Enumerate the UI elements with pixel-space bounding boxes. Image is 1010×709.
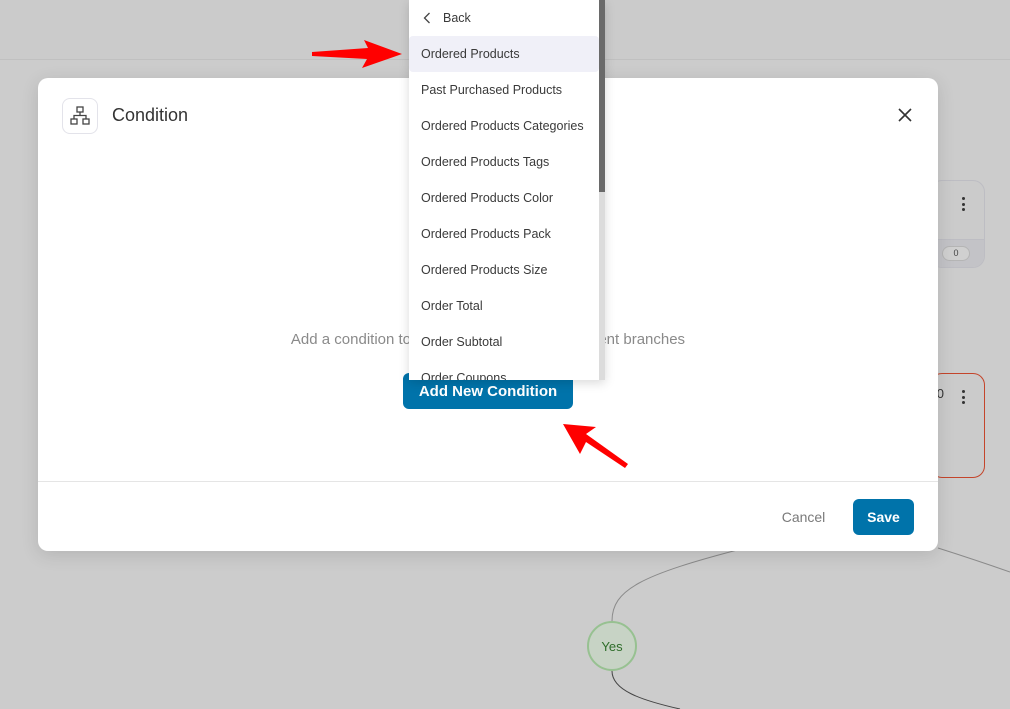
- dropdown-list: Back Ordered Products Past Purchased Pro…: [409, 0, 599, 380]
- dropdown-scrollbar-thumb[interactable]: [599, 0, 605, 192]
- close-icon[interactable]: [894, 104, 916, 126]
- edge-from-yes: [611, 670, 681, 709]
- edge-right: [937, 547, 1010, 573]
- cancel-button[interactable]: Cancel: [766, 499, 841, 535]
- dropdown-item[interactable]: Past Purchased Products: [409, 72, 599, 108]
- dropdown-item[interactable]: Ordered Products: [409, 36, 599, 72]
- kebab-menu-icon[interactable]: [961, 197, 965, 211]
- dropdown-item[interactable]: Order Total: [409, 288, 599, 324]
- dropdown-scrollbar[interactable]: [599, 0, 605, 380]
- sitemap-icon: [62, 98, 98, 134]
- node-footer: 0: [931, 239, 984, 267]
- workflow-node[interactable]: 0: [930, 180, 985, 268]
- back-label: Back: [443, 11, 471, 25]
- condition-type-dropdown[interactable]: Back Ordered Products Past Purchased Pro…: [409, 0, 605, 380]
- dropdown-item[interactable]: Order Coupons: [409, 360, 599, 380]
- dropdown-item[interactable]: Order Subtotal: [409, 324, 599, 360]
- dropdown-item[interactable]: Ordered Products Pack: [409, 216, 599, 252]
- dropdown-item[interactable]: Ordered Products Categories: [409, 108, 599, 144]
- kebab-menu-icon[interactable]: [961, 390, 965, 404]
- save-button[interactable]: Save: [853, 499, 914, 535]
- footer-divider: [38, 481, 938, 482]
- dropdown-item[interactable]: Ordered Products Color: [409, 180, 599, 216]
- chevron-left-icon: [423, 12, 431, 24]
- modal-title: Condition: [112, 105, 189, 125]
- workflow-node-error[interactable]: 0: [930, 373, 985, 478]
- dropdown-item[interactable]: Ordered Products Size: [409, 252, 599, 288]
- yes-branch-node[interactable]: Yes: [587, 621, 637, 671]
- dropdown-item[interactable]: Ordered Products Tags: [409, 144, 599, 180]
- edge-to-yes: [611, 547, 746, 622]
- node-count-badge: 0: [942, 246, 970, 261]
- dropdown-back-item[interactable]: Back: [409, 0, 599, 36]
